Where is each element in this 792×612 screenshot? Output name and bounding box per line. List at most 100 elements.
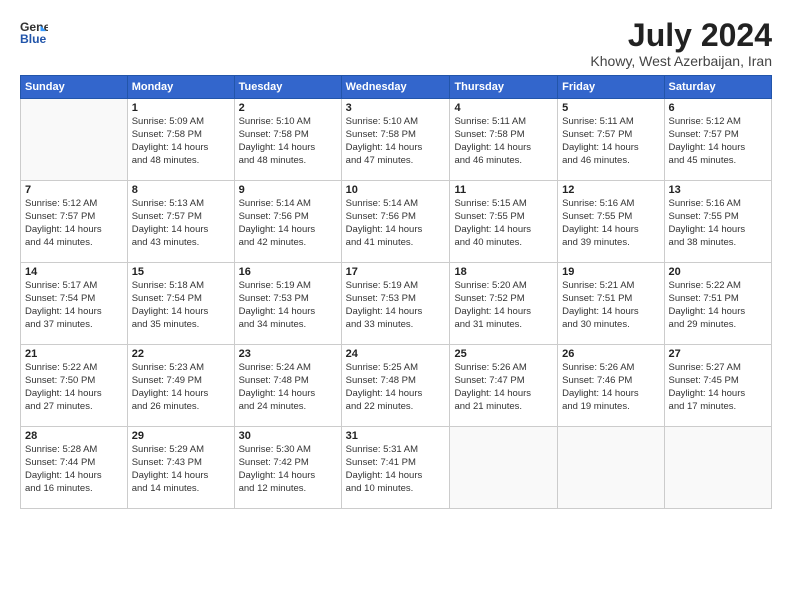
col-tuesday: Tuesday [234, 76, 341, 99]
col-thursday: Thursday [450, 76, 558, 99]
cell-info: Sunrise: 5:18 AMSunset: 7:54 PMDaylight:… [132, 280, 230, 331]
cell-info: Sunrise: 5:26 AMSunset: 7:46 PMDaylight:… [562, 362, 659, 413]
calendar-week-row: 21 Sunrise: 5:22 AMSunset: 7:50 PMDayligh… [21, 345, 772, 427]
cell-date: 20 [669, 266, 767, 278]
cell-date: 21 [25, 348, 123, 360]
cell-date: 17 [346, 266, 446, 278]
cell-date: 24 [346, 348, 446, 360]
cell-date: 15 [132, 266, 230, 278]
cell-info: Sunrise: 5:20 AMSunset: 7:52 PMDaylight:… [454, 280, 553, 331]
cell-date: 18 [454, 266, 553, 278]
table-row: 9 Sunrise: 5:14 AMSunset: 7:56 PMDaylight… [234, 181, 341, 263]
calendar-week-row: 1 Sunrise: 5:09 AMSunset: 7:58 PMDaylight… [21, 99, 772, 181]
table-row: 21 Sunrise: 5:22 AMSunset: 7:50 PMDayligh… [21, 345, 128, 427]
table-row: 16Sunrise: 5:19 AMSunset: 7:53 PMDayligh… [234, 263, 341, 345]
table-row: 6Sunrise: 5:12 AMSunset: 7:57 PMDaylight… [664, 99, 771, 181]
table-row: 5Sunrise: 5:11 AMSunset: 7:57 PMDaylight… [558, 99, 664, 181]
cell-info: Sunrise: 5:22 AMSunset: 7:50 PMDaylight:… [25, 362, 123, 413]
cell-info: Sunrise: 5:12 AMSunset: 7:57 PMDaylight:… [669, 116, 767, 167]
location: Khowy, West Azerbaijan, Iran [590, 53, 772, 69]
table-row: 22 Sunrise: 5:23 AMSunset: 7:49 PMDayligh… [127, 345, 234, 427]
cell-info: Sunrise: 5:12 AMSunset: 7:57 PMDaylight:… [25, 198, 123, 249]
cell-info: Sunrise: 5:23 AMSunset: 7:49 PMDaylight:… [132, 362, 230, 413]
cell-info: Sunrise: 5:31 AMSunset: 7:41 PMDaylight:… [346, 444, 446, 495]
cell-info: Sunrise: 5:24 AMSunset: 7:48 PMDaylight:… [239, 362, 337, 413]
cell-date: 31 [346, 430, 446, 442]
table-row: 10 Sunrise: 5:14 AMSunset: 7:56 PMDayligh… [341, 181, 450, 263]
cell-info: Sunrise: 5:14 AMSunset: 7:56 PMDaylight:… [239, 198, 337, 249]
calendar-table: Sunday Monday Tuesday Wednesday Thursday… [20, 75, 772, 509]
cell-info: Sunrise: 5:28 AMSunset: 7:44 PMDaylight:… [25, 444, 123, 495]
cell-date: 23 [239, 348, 337, 360]
page: General Blue July 2024 Khowy, West Azerb… [0, 0, 792, 612]
cell-info: Sunrise: 5:15 AMSunset: 7:55 PMDaylight:… [454, 198, 553, 249]
cell-date: 1 [132, 102, 230, 114]
col-wednesday: Wednesday [341, 76, 450, 99]
table-row: 12Sunrise: 5:16 AMSunset: 7:55 PMDayligh… [558, 181, 664, 263]
cell-info: Sunrise: 5:19 AMSunset: 7:53 PMDaylight:… [239, 280, 337, 331]
cell-info: Sunrise: 5:22 AMSunset: 7:51 PMDaylight:… [669, 280, 767, 331]
col-monday: Monday [127, 76, 234, 99]
cell-info: Sunrise: 5:14 AMSunset: 7:56 PMDaylight:… [346, 198, 446, 249]
cell-date: 9 [239, 184, 337, 196]
cell-info: Sunrise: 5:10 AMSunset: 7:58 PMDaylight:… [346, 116, 446, 167]
cell-date: 5 [562, 102, 659, 114]
cell-date: 11 [454, 184, 553, 196]
cell-date: 30 [239, 430, 337, 442]
cell-info: Sunrise: 5:29 AMSunset: 7:43 PMDaylight:… [132, 444, 230, 495]
col-sunday: Sunday [21, 76, 128, 99]
cell-date: 3 [346, 102, 446, 114]
col-saturday: Saturday [664, 76, 771, 99]
table-row [558, 427, 664, 509]
cell-info: Sunrise: 5:16 AMSunset: 7:55 PMDaylight:… [669, 198, 767, 249]
table-row: 28 Sunrise: 5:28 AMSunset: 7:44 PMDayligh… [21, 427, 128, 509]
table-row: 20 Sunrise: 5:22 AMSunset: 7:51 PMDayligh… [664, 263, 771, 345]
cell-date: 2 [239, 102, 337, 114]
title-block: July 2024 Khowy, West Azerbaijan, Iran [590, 18, 772, 69]
cell-date: 22 [132, 348, 230, 360]
cell-info: Sunrise: 5:11 AMSunset: 7:58 PMDaylight:… [454, 116, 553, 167]
table-row: 4 Sunrise: 5:11 AMSunset: 7:58 PMDaylight… [450, 99, 558, 181]
table-row: 1 Sunrise: 5:09 AMSunset: 7:58 PMDaylight… [127, 99, 234, 181]
calendar-header-row: Sunday Monday Tuesday Wednesday Thursday… [21, 76, 772, 99]
table-row [21, 99, 128, 181]
cell-date: 8 [132, 184, 230, 196]
table-row: 13 Sunrise: 5:16 AMSunset: 7:55 PMDayligh… [664, 181, 771, 263]
table-row [450, 427, 558, 509]
cell-date: 29 [132, 430, 230, 442]
cell-date: 14 [25, 266, 123, 278]
cell-info: Sunrise: 5:27 AMSunset: 7:45 PMDaylight:… [669, 362, 767, 413]
cell-date: 28 [25, 430, 123, 442]
cell-info: Sunrise: 5:09 AMSunset: 7:58 PMDaylight:… [132, 116, 230, 167]
cell-date: 13 [669, 184, 767, 196]
cell-date: 10 [346, 184, 446, 196]
col-friday: Friday [558, 76, 664, 99]
cell-info: Sunrise: 5:25 AMSunset: 7:48 PMDaylight:… [346, 362, 446, 413]
cell-date: 19 [562, 266, 659, 278]
cell-info: Sunrise: 5:16 AMSunset: 7:55 PMDaylight:… [562, 198, 659, 249]
cell-info: Sunrise: 5:13 AMSunset: 7:57 PMDaylight:… [132, 198, 230, 249]
cell-info: Sunrise: 5:10 AMSunset: 7:58 PMDaylight:… [239, 116, 337, 167]
table-row: 14 Sunrise: 5:17 AMSunset: 7:54 PMDayligh… [21, 263, 128, 345]
cell-date: 25 [454, 348, 553, 360]
table-row: 7 Sunrise: 5:12 AMSunset: 7:57 PMDaylight… [21, 181, 128, 263]
table-row: 2 Sunrise: 5:10 AMSunset: 7:58 PMDaylight… [234, 99, 341, 181]
table-row: 27Sunrise: 5:27 AMSunset: 7:45 PMDayligh… [664, 345, 771, 427]
cell-info: Sunrise: 5:17 AMSunset: 7:54 PMDaylight:… [25, 280, 123, 331]
table-row: 18 Sunrise: 5:20 AMSunset: 7:52 PMDayligh… [450, 263, 558, 345]
logo: General Blue [20, 18, 48, 46]
table-row: 26Sunrise: 5:26 AMSunset: 7:46 PMDayligh… [558, 345, 664, 427]
cell-date: 7 [25, 184, 123, 196]
cell-date: 4 [454, 102, 553, 114]
calendar-week-row: 28 Sunrise: 5:28 AMSunset: 7:44 PMDayligh… [21, 427, 772, 509]
table-row: 24 Sunrise: 5:25 AMSunset: 7:48 PMDayligh… [341, 345, 450, 427]
table-row: 8 Sunrise: 5:13 AMSunset: 7:57 PMDaylight… [127, 181, 234, 263]
table-row: 30Sunrise: 5:30 AMSunset: 7:42 PMDayligh… [234, 427, 341, 509]
cell-info: Sunrise: 5:21 AMSunset: 7:51 PMDaylight:… [562, 280, 659, 331]
table-row: 3 Sunrise: 5:10 AMSunset: 7:58 PMDaylight… [341, 99, 450, 181]
svg-text:Blue: Blue [20, 32, 47, 46]
table-row: 15 Sunrise: 5:18 AMSunset: 7:54 PMDayligh… [127, 263, 234, 345]
table-row: 19 Sunrise: 5:21 AMSunset: 7:51 PMDayligh… [558, 263, 664, 345]
table-row: 25Sunrise: 5:26 AMSunset: 7:47 PMDayligh… [450, 345, 558, 427]
header: General Blue July 2024 Khowy, West Azerb… [20, 18, 772, 69]
